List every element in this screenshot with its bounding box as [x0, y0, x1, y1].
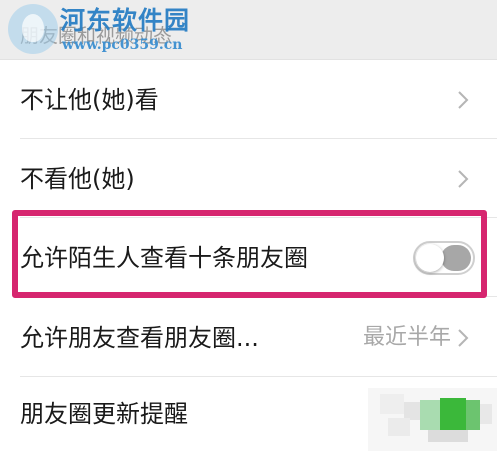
- chevron-right-icon: [458, 169, 469, 188]
- stranger-view-toggle[interactable]: [413, 240, 475, 275]
- watermark: 河东软件园 www.pc0359.cn: [8, 4, 198, 56]
- setting-row-stranger-view: 允许陌生人查看十条朋友圈: [0, 218, 497, 297]
- watermark-logo-icon: [8, 4, 58, 54]
- watermark-name: 河东软件园: [60, 6, 191, 35]
- setting-label: 允许陌生人查看十条朋友圈: [20, 243, 308, 272]
- setting-row-hide-their[interactable]: 不看他(她): [0, 139, 497, 218]
- setting-row-hide-from[interactable]: 不让他(她)看: [0, 60, 497, 139]
- watermark-url: www.pc0359.cn: [62, 37, 183, 53]
- setting-label: 朋友圈更新提醒: [20, 400, 188, 428]
- toggle-track: [441, 244, 471, 271]
- pixelated-toggle[interactable]: [368, 388, 497, 451]
- divider: [20, 296, 497, 297]
- chevron-right-icon: [458, 328, 469, 347]
- setting-label: 不让他(她)看: [20, 85, 159, 114]
- setting-row-friend-view-range[interactable]: 允许朋友查看朋友圈... 最近半年: [0, 298, 497, 377]
- chevron-right-icon: [458, 90, 469, 109]
- toggle-knob: [416, 243, 444, 272]
- setting-label: 不看他(她): [20, 164, 135, 193]
- setting-value: 最近半年: [362, 324, 451, 350]
- setting-label: 允许朋友查看朋友圈...: [20, 323, 259, 352]
